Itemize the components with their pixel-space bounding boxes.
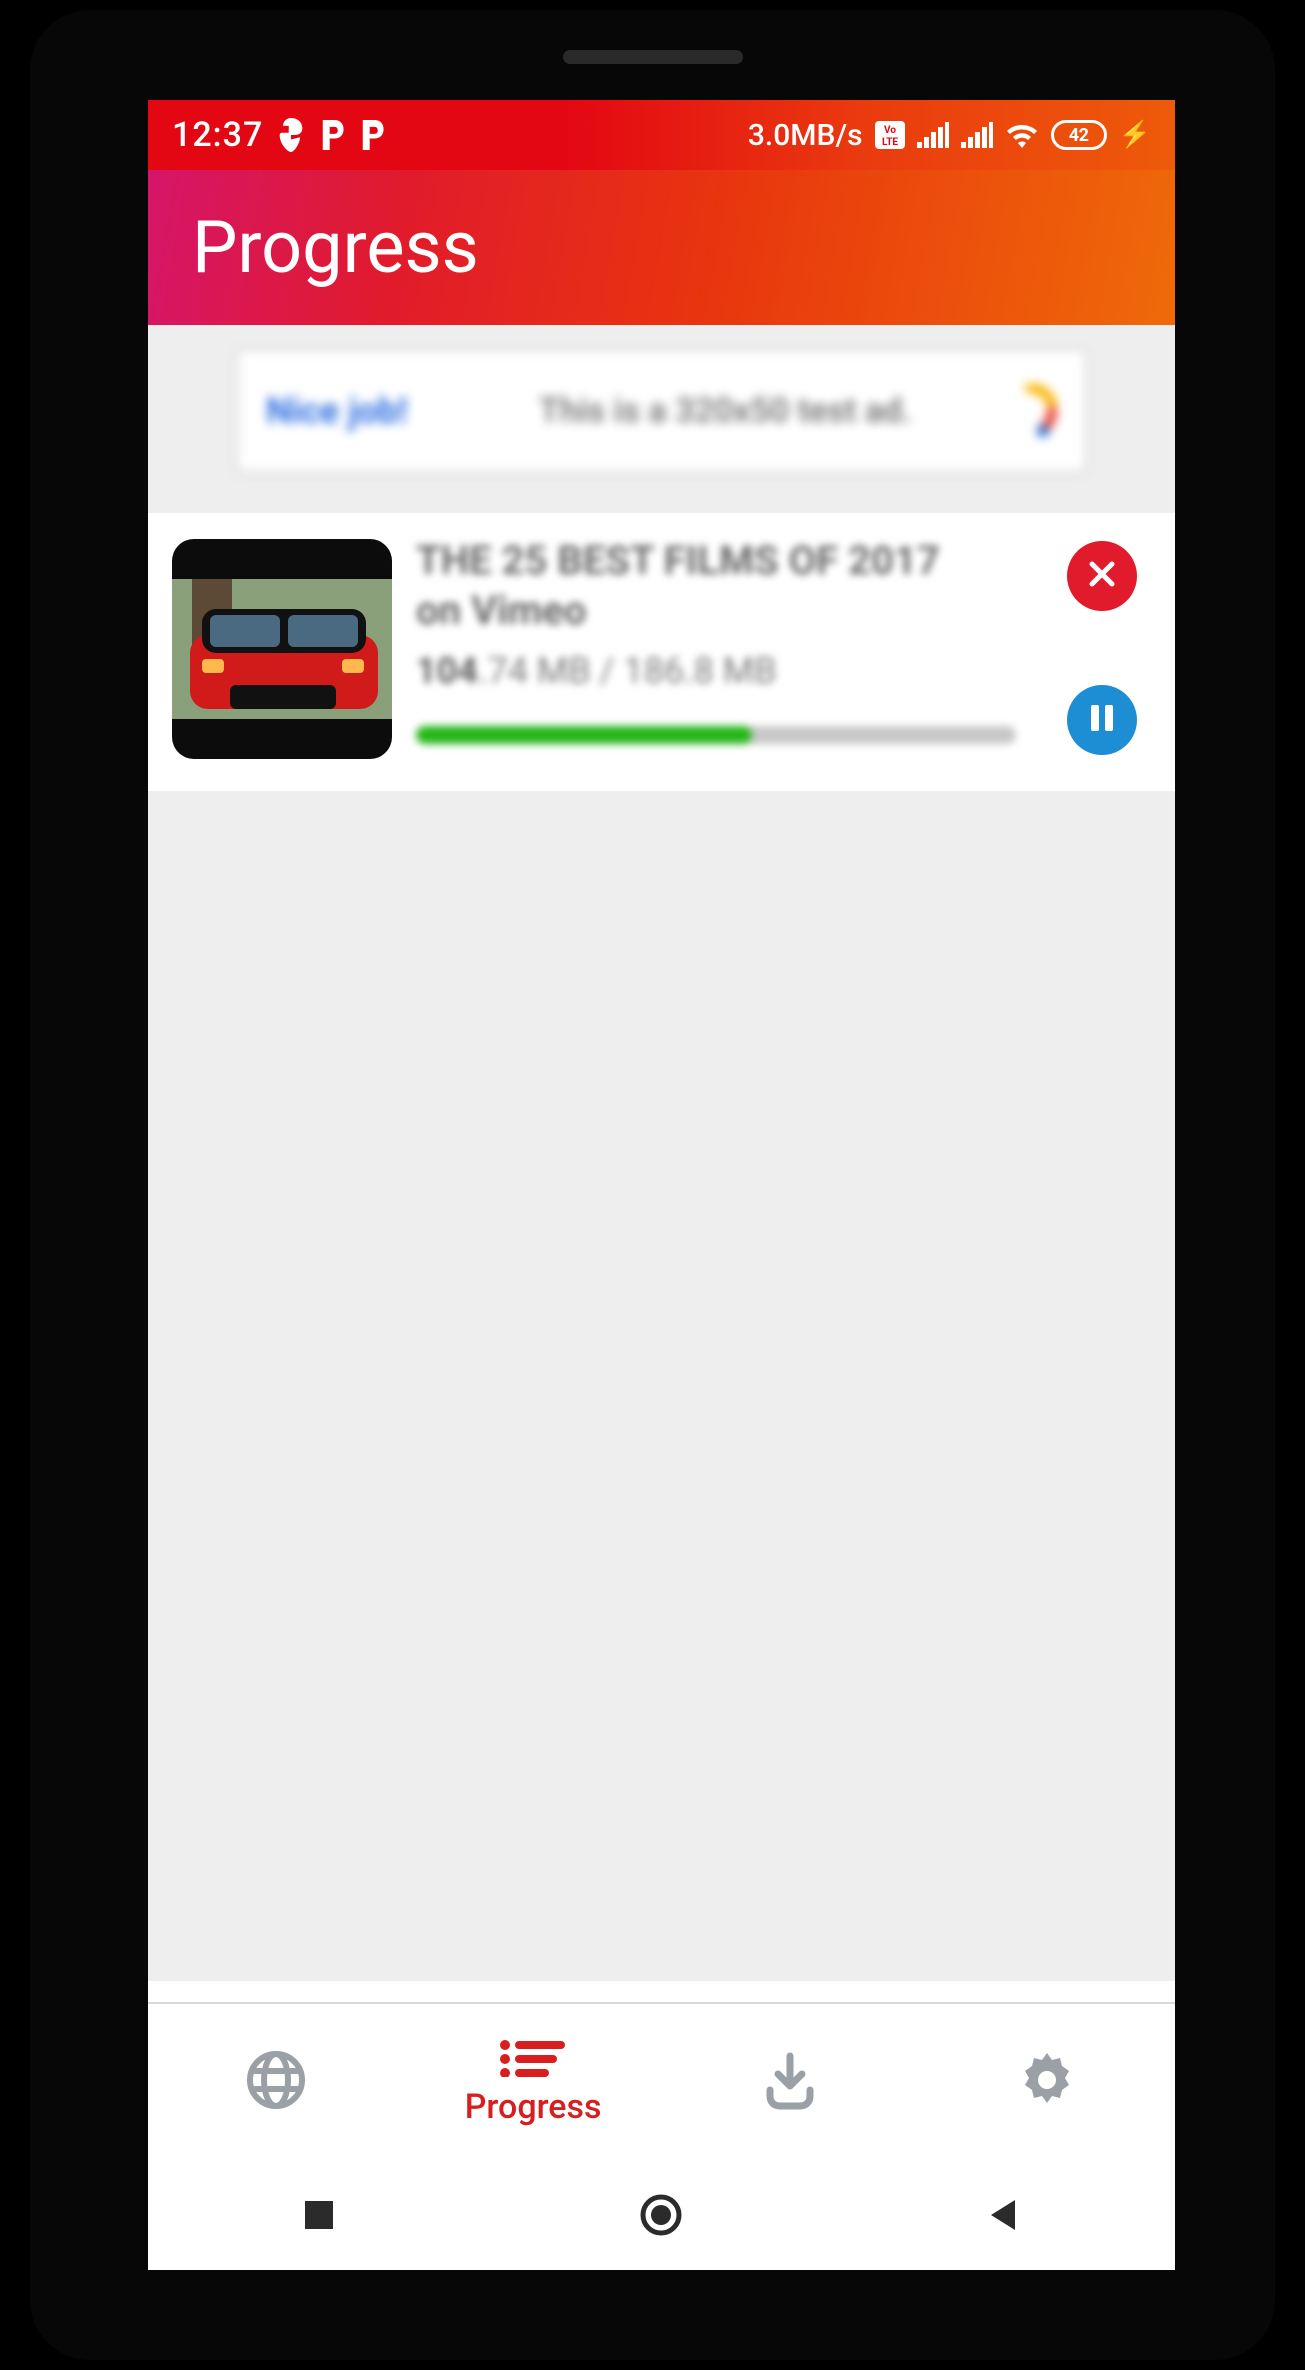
- battery-icon: 42: [1051, 120, 1107, 150]
- android-nav-bar: [148, 2160, 1175, 2270]
- phone-screen: 12:37 3.0MB/s VoLTE: [148, 100, 1175, 2270]
- cancel-button[interactable]: [1067, 541, 1137, 611]
- status-bar: 12:37 3.0MB/s VoLTE: [148, 100, 1175, 170]
- video-thumbnail[interactable]: [172, 539, 392, 759]
- tab-progress-label: Progress: [465, 2087, 602, 2127]
- size-total: 186.8 MB: [623, 650, 776, 692]
- tab-settings[interactable]: [918, 2004, 1175, 2160]
- app-header: Progress: [148, 170, 1175, 325]
- tab-downloads[interactable]: [662, 2004, 919, 2160]
- progress-bar: [416, 726, 1016, 744]
- wifi-icon: [1005, 122, 1039, 148]
- tab-browser[interactable]: [148, 2004, 405, 2160]
- earpiece: [563, 50, 743, 64]
- ad-cta-text: Nice job!: [266, 390, 408, 432]
- progress-bar-fill: [416, 726, 752, 744]
- download-size: 104.74 MB / 186.8 MB: [416, 650, 1039, 692]
- ad-area: Nice job! This is a 320x50 test ad.: [148, 325, 1175, 513]
- status-time: 12:37: [172, 115, 263, 155]
- download-item[interactable]: THE 25 BEST FILMS OF 2017 on Vimeo 104.7…: [148, 513, 1175, 791]
- recent-apps-button[interactable]: [229, 2197, 409, 2233]
- bottom-tab-bar: Progress: [148, 2002, 1175, 2160]
- charging-icon: ⚡: [1119, 120, 1151, 150]
- page-title: Progress: [192, 205, 479, 290]
- close-icon: [1087, 559, 1117, 593]
- pause-button[interactable]: [1067, 685, 1137, 755]
- pause-icon: [1089, 703, 1115, 737]
- back-button[interactable]: [914, 2196, 1094, 2234]
- signal-icon: [961, 122, 993, 148]
- p-icon: [359, 120, 385, 150]
- home-button[interactable]: [571, 2193, 751, 2237]
- download-title: THE 25 BEST FILMS OF 2017: [416, 539, 1039, 583]
- download-list: THE 25 BEST FILMS OF 2017 on Vimeo 104.7…: [148, 513, 1175, 1981]
- download-subtitle: on Vimeo: [416, 587, 1039, 634]
- size-separator: /: [591, 650, 624, 692]
- svg-text:LTE: LTE: [882, 137, 898, 148]
- globe-icon: [245, 2049, 307, 2115]
- admob-logo-icon: [1003, 384, 1057, 438]
- ad-body-text: This is a 320x50 test ad.: [448, 391, 1003, 431]
- tab-progress[interactable]: Progress: [405, 2004, 662, 2160]
- ad-banner[interactable]: Nice job! This is a 320x50 test ad.: [236, 349, 1087, 473]
- download-icon: [758, 2048, 822, 2116]
- gear-icon: [1018, 2051, 1076, 2113]
- size-done-suffix: .74 MB: [478, 650, 591, 692]
- p-icon: [319, 120, 345, 150]
- volte-icon: VoLTE: [875, 121, 905, 149]
- download-info: THE 25 BEST FILMS OF 2017 on Vimeo 104.7…: [416, 539, 1039, 761]
- size-done-prefix: 104: [416, 650, 478, 692]
- swiggy-icon: [277, 118, 305, 152]
- signal-icon: [917, 122, 949, 148]
- status-data-rate: 3.0MB/s: [748, 118, 863, 153]
- svg-text:Vo: Vo: [884, 125, 896, 136]
- list-icon: [497, 2037, 569, 2081]
- battery-percent: 42: [1069, 125, 1089, 146]
